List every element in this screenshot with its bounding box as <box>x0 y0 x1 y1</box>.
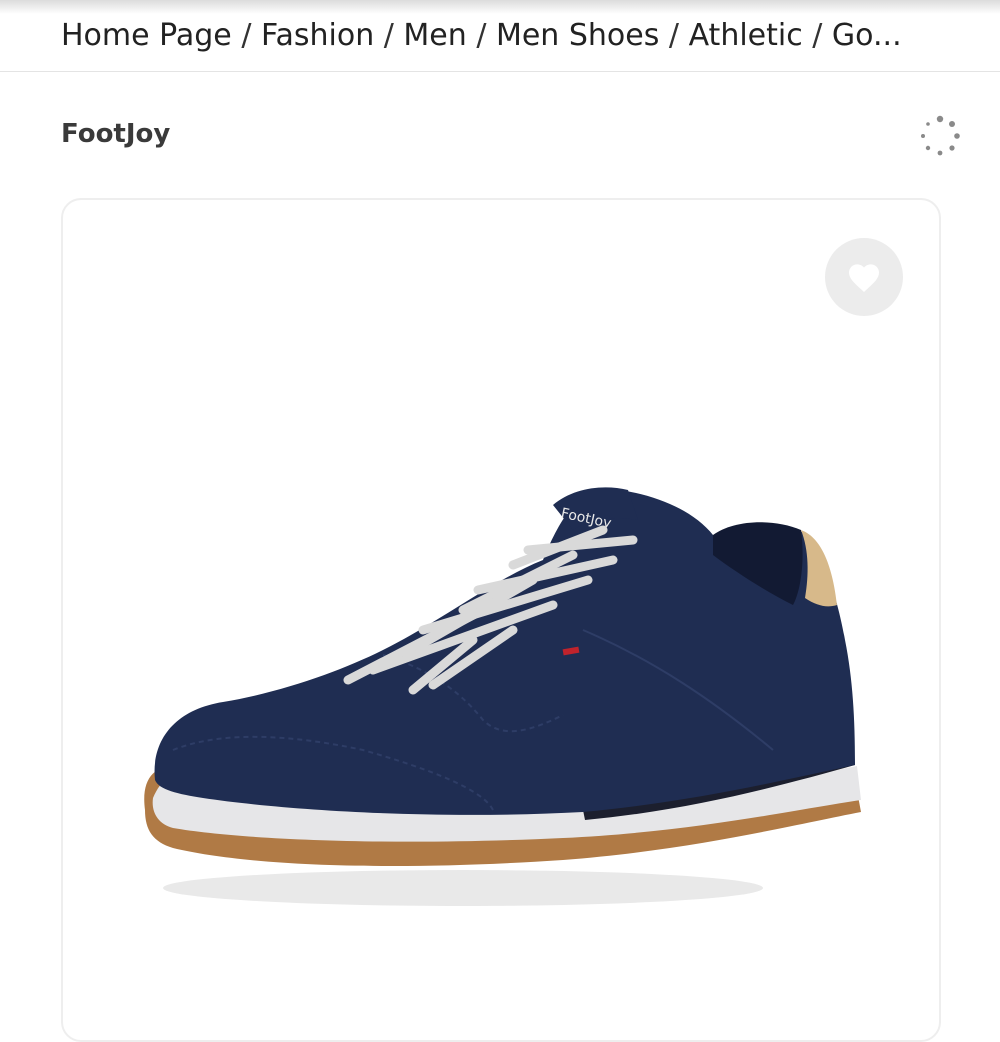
shoe-shadow <box>163 870 763 906</box>
top-shadow <box>0 0 1000 14</box>
breadcrumb-fashion[interactable]: Fashion <box>261 18 374 53</box>
breadcrumb-athletic[interactable]: Athletic <box>689 18 803 53</box>
breadcrumb-separator: / <box>476 18 496 53</box>
header-divider <box>0 71 1000 72</box>
heart-icon <box>849 264 879 292</box>
breadcrumb-separator: / <box>812 18 832 53</box>
breadcrumb-separator: / <box>668 18 689 53</box>
product-image-card[interactable]: FootJoy <box>61 198 941 1042</box>
breadcrumb-men[interactable]: Men <box>403 18 466 53</box>
breadcrumb-current[interactable]: Go... <box>832 18 902 53</box>
breadcrumb-separator: / <box>241 18 261 53</box>
breadcrumb: Home Page / Fashion / Men / Men Shoes / … <box>61 14 941 58</box>
breadcrumb-men-shoes[interactable]: Men Shoes <box>496 18 659 53</box>
breadcrumb-home[interactable]: Home Page <box>61 18 232 53</box>
product-image: FootJoy <box>144 487 862 906</box>
loading-spinner-icon <box>921 115 960 156</box>
breadcrumb-separator: / <box>383 18 404 53</box>
brand-name[interactable]: FootJoy <box>61 114 170 154</box>
favorite-button[interactable] <box>825 238 903 316</box>
